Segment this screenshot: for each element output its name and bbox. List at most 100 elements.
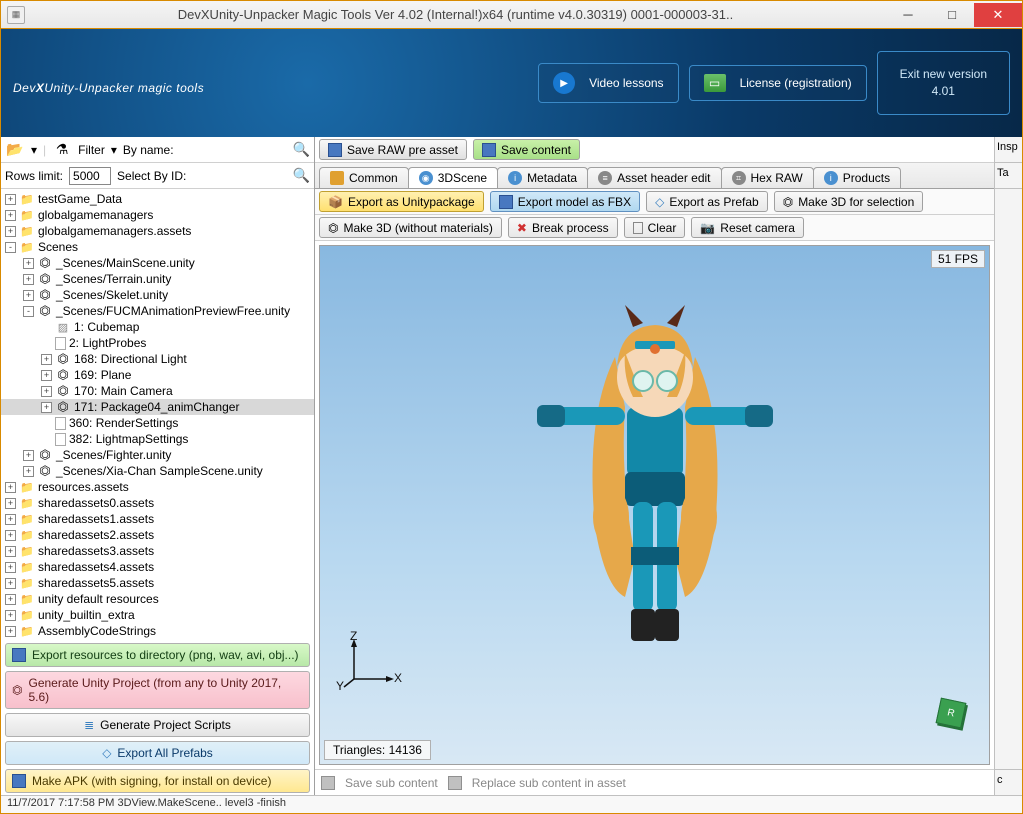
tree-row[interactable]: +📁testGame_Data <box>1 191 314 207</box>
exit-version-box[interactable]: Exit new version 4.01 <box>877 51 1010 115</box>
make-3d-nomaterials-button[interactable]: ⏣Make 3D (without materials) <box>319 217 502 238</box>
search-icon[interactable]: 🔍 <box>293 167 310 184</box>
tree-row[interactable]: +⏣170: Main Camera <box>1 383 314 399</box>
folder-icon: 📁 <box>19 560 35 574</box>
tree-row[interactable]: +📁sharedassets1.assets <box>1 511 314 527</box>
tree-row[interactable]: +📁globalgamemanagers.assets <box>1 223 314 239</box>
expand-icon[interactable]: + <box>23 290 34 301</box>
tree-row[interactable]: +⏣_Scenes/Skelet.unity <box>1 287 314 303</box>
expand-icon[interactable] <box>41 338 52 349</box>
maximize-button[interactable]: □ <box>930 3 974 27</box>
export-unitypackage-button[interactable]: 📦Export as Unitypackage <box>319 191 484 212</box>
open-icon[interactable]: 📂 <box>5 140 25 160</box>
expand-icon[interactable]: + <box>41 386 52 397</box>
expand-icon[interactable]: - <box>5 242 16 253</box>
tree-row[interactable]: +📁sharedassets4.assets <box>1 559 314 575</box>
clear-button[interactable]: Clear <box>624 217 686 238</box>
reset-camera-button[interactable]: 📷Reset camera <box>691 217 804 238</box>
asset-tree[interactable]: +📁testGame_Data+📁globalgamemanagers+📁glo… <box>1 189 314 641</box>
expand-icon[interactable]: + <box>23 466 34 477</box>
3d-viewport[interactable]: 51 FPS <box>319 245 990 765</box>
tree-label: unity_builtin_extra <box>38 608 135 622</box>
export-fbx-button[interactable]: Export model as FBX <box>490 191 640 212</box>
search-icon[interactable]: 🔍 <box>293 141 310 158</box>
save-sub-content-button[interactable]: Save sub content <box>345 776 438 790</box>
tree-row[interactable]: +⏣_Scenes/MainScene.unity <box>1 255 314 271</box>
tree-row[interactable]: +📁sharedassets5.assets <box>1 575 314 591</box>
expand-icon[interactable]: + <box>23 258 34 269</box>
tree-row[interactable]: +📁sharedassets0.assets <box>1 495 314 511</box>
tree-row[interactable]: +📁AssemblyCodeStrings <box>1 623 314 639</box>
tree-row[interactable]: 382: LightmapSettings <box>1 431 314 447</box>
inspector-tab[interactable]: Insp <box>995 137 1022 163</box>
tree-row[interactable]: +📁sharedassets2.assets <box>1 527 314 543</box>
tab-hex[interactable]: ⌗Hex RAW <box>721 167 814 188</box>
tree-row[interactable]: +⏣171: Package04_animChanger <box>1 399 314 415</box>
tree-row[interactable]: +📁resources.assets <box>1 479 314 495</box>
expand-icon[interactable]: + <box>41 354 52 365</box>
tree-row[interactable]: 360: RenderSettings <box>1 415 314 431</box>
expand-icon[interactable]: + <box>5 626 16 637</box>
tab-3dscene[interactable]: ◉3DScene <box>408 167 498 188</box>
tab-metadata[interactable]: iMetadata <box>497 167 588 188</box>
tree-row[interactable]: +⏣_Scenes/Fighter.unity <box>1 447 314 463</box>
export-prefab-button[interactable]: ◇Export as Prefab <box>646 191 768 212</box>
tree-row[interactable]: +⏣_Scenes/Terrain.unity <box>1 271 314 287</box>
tab-common[interactable]: Common <box>319 167 409 188</box>
filter-icon[interactable]: ⚗ <box>52 140 72 160</box>
expand-icon[interactable]: + <box>5 562 16 573</box>
tree-row[interactable]: +📁unity_builtin_extra <box>1 607 314 623</box>
tab-products[interactable]: iProducts <box>813 167 901 188</box>
make-3d-selection-button[interactable]: ⏣Make 3D for selection <box>774 191 924 212</box>
generate-scripts-button[interactable]: ≣ Generate Project Scripts <box>5 713 310 737</box>
expand-icon[interactable] <box>41 322 52 333</box>
export-all-prefabs-button[interactable]: ◇ Export All Prefabs <box>5 741 310 765</box>
tree-row[interactable]: -⏣_Scenes/FUCMAnimationPreviewFree.unity <box>1 303 314 319</box>
tree-row[interactable]: +⏣169: Plane <box>1 367 314 383</box>
expand-icon[interactable]: + <box>41 402 52 413</box>
tree-row[interactable]: +⏣_Scenes/Xia-Chan SampleScene.unity <box>1 463 314 479</box>
expand-icon[interactable]: - <box>23 306 34 317</box>
expand-icon[interactable]: + <box>5 594 16 605</box>
save-raw-button[interactable]: Save RAW pre asset <box>319 139 467 160</box>
expand-icon[interactable]: + <box>41 370 52 381</box>
tree-row[interactable]: 2: LightProbes <box>1 335 314 351</box>
expand-icon[interactable]: + <box>23 450 34 461</box>
export-resources-button[interactable]: Export resources to directory (png, wav,… <box>5 643 310 667</box>
expand-icon[interactable]: + <box>5 530 16 541</box>
expand-icon[interactable]: + <box>5 514 16 525</box>
expand-icon[interactable]: + <box>5 482 16 493</box>
expand-icon[interactable]: + <box>5 546 16 557</box>
expand-icon[interactable]: + <box>23 274 34 285</box>
minimize-button[interactable]: ─ <box>886 3 930 27</box>
orientation-gizmo[interactable]: R <box>929 694 973 738</box>
license-button[interactable]: ▭ License (registration) <box>689 65 867 101</box>
expand-icon[interactable]: + <box>5 194 16 205</box>
expand-icon[interactable] <box>41 418 52 429</box>
collapsed-tab[interactable]: c <box>995 769 1022 795</box>
expand-icon[interactable]: + <box>5 578 16 589</box>
expand-icon[interactable] <box>41 434 52 445</box>
tree-row[interactable]: +📁globalgamemanagers <box>1 207 314 223</box>
replace-sub-content-button[interactable]: Replace sub content in asset <box>472 776 626 790</box>
tree-row[interactable]: +📁unity default resources <box>1 591 314 607</box>
rows-limit-input[interactable] <box>69 167 111 185</box>
tags-tab[interactable]: Ta <box>995 163 1022 189</box>
tree-row[interactable]: +📁sharedassets3.assets <box>1 543 314 559</box>
expand-icon[interactable]: + <box>5 210 16 221</box>
generate-unity-project-button[interactable]: ⏣ Generate Unity Project (from any to Un… <box>5 671 310 709</box>
tree-row[interactable]: -📁Scenes <box>1 239 314 255</box>
expand-icon[interactable]: + <box>5 498 16 509</box>
dropdown-icon[interactable]: ▾ <box>31 143 37 157</box>
expand-icon[interactable]: + <box>5 226 16 237</box>
break-process-button[interactable]: ✖Break process <box>508 217 618 238</box>
close-button[interactable]: ✕ <box>974 3 1022 27</box>
expand-icon[interactable]: + <box>5 610 16 621</box>
make-apk-button[interactable]: Make APK (with signing, for install on d… <box>5 769 310 793</box>
tree-row[interactable]: ▨1: Cubemap <box>1 319 314 335</box>
tab-asset-header[interactable]: ≡Asset header edit <box>587 167 721 188</box>
video-lessons-button[interactable]: ▶ Video lessons <box>538 63 679 103</box>
tree-row[interactable]: +⏣168: Directional Light <box>1 351 314 367</box>
save-content-button[interactable]: Save content <box>473 139 580 160</box>
dropdown-icon[interactable]: ▾ <box>111 143 117 157</box>
